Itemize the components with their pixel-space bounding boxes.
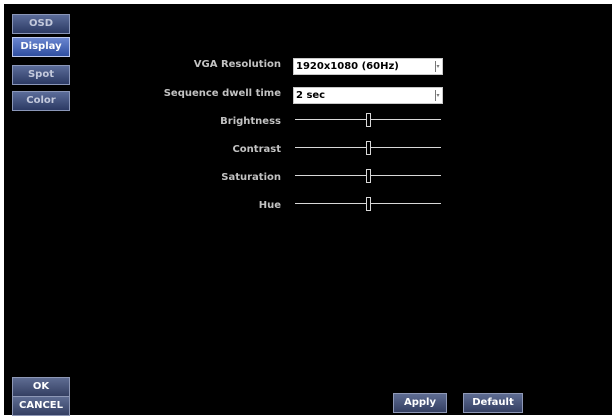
- ok-button[interactable]: OK: [12, 377, 70, 397]
- vga-resolution-label: VGA Resolution: [193, 59, 281, 70]
- dropdown-arrow-icon: ▾: [435, 61, 440, 72]
- slider-thumb[interactable]: [366, 113, 371, 127]
- dwell-time-select[interactable]: 2 sec ▾: [293, 87, 443, 104]
- default-button[interactable]: Default: [463, 393, 523, 413]
- settings-window: OSD Display Spot Color OK CANCEL VGA Res…: [4, 4, 612, 416]
- apply-button[interactable]: Apply: [393, 393, 447, 413]
- dwell-time-value: 2 sec: [296, 90, 326, 101]
- slider-thumb[interactable]: [366, 197, 371, 211]
- tab-display[interactable]: Display: [12, 37, 70, 57]
- slider-thumb[interactable]: [366, 169, 371, 183]
- vga-resolution-value: 1920x1080 (60Hz): [296, 61, 399, 72]
- tab-spot[interactable]: Spot: [12, 65, 70, 85]
- saturation-slider[interactable]: [295, 169, 441, 183]
- cancel-button[interactable]: CANCEL: [12, 396, 70, 416]
- hue-slider[interactable]: [295, 197, 441, 211]
- vga-resolution-select[interactable]: 1920x1080 (60Hz) ▾: [293, 58, 443, 75]
- saturation-label: Saturation: [221, 172, 281, 183]
- brightness-label: Brightness: [220, 116, 281, 127]
- tab-osd[interactable]: OSD: [12, 14, 70, 34]
- slider-thumb[interactable]: [366, 141, 371, 155]
- contrast-slider[interactable]: [295, 141, 441, 155]
- dropdown-arrow-icon: ▾: [435, 90, 440, 101]
- dwell-time-label: Sequence dwell time: [163, 88, 281, 99]
- contrast-label: Contrast: [232, 144, 281, 155]
- sidebar: OSD Display Spot Color OK CANCEL: [4, 4, 99, 416]
- tab-color[interactable]: Color: [12, 91, 70, 111]
- brightness-slider[interactable]: [295, 113, 441, 127]
- hue-label: Hue: [258, 200, 281, 211]
- display-settings-panel: VGA Resolution 1920x1080 (60Hz) ▾ Sequen…: [101, 4, 612, 415]
